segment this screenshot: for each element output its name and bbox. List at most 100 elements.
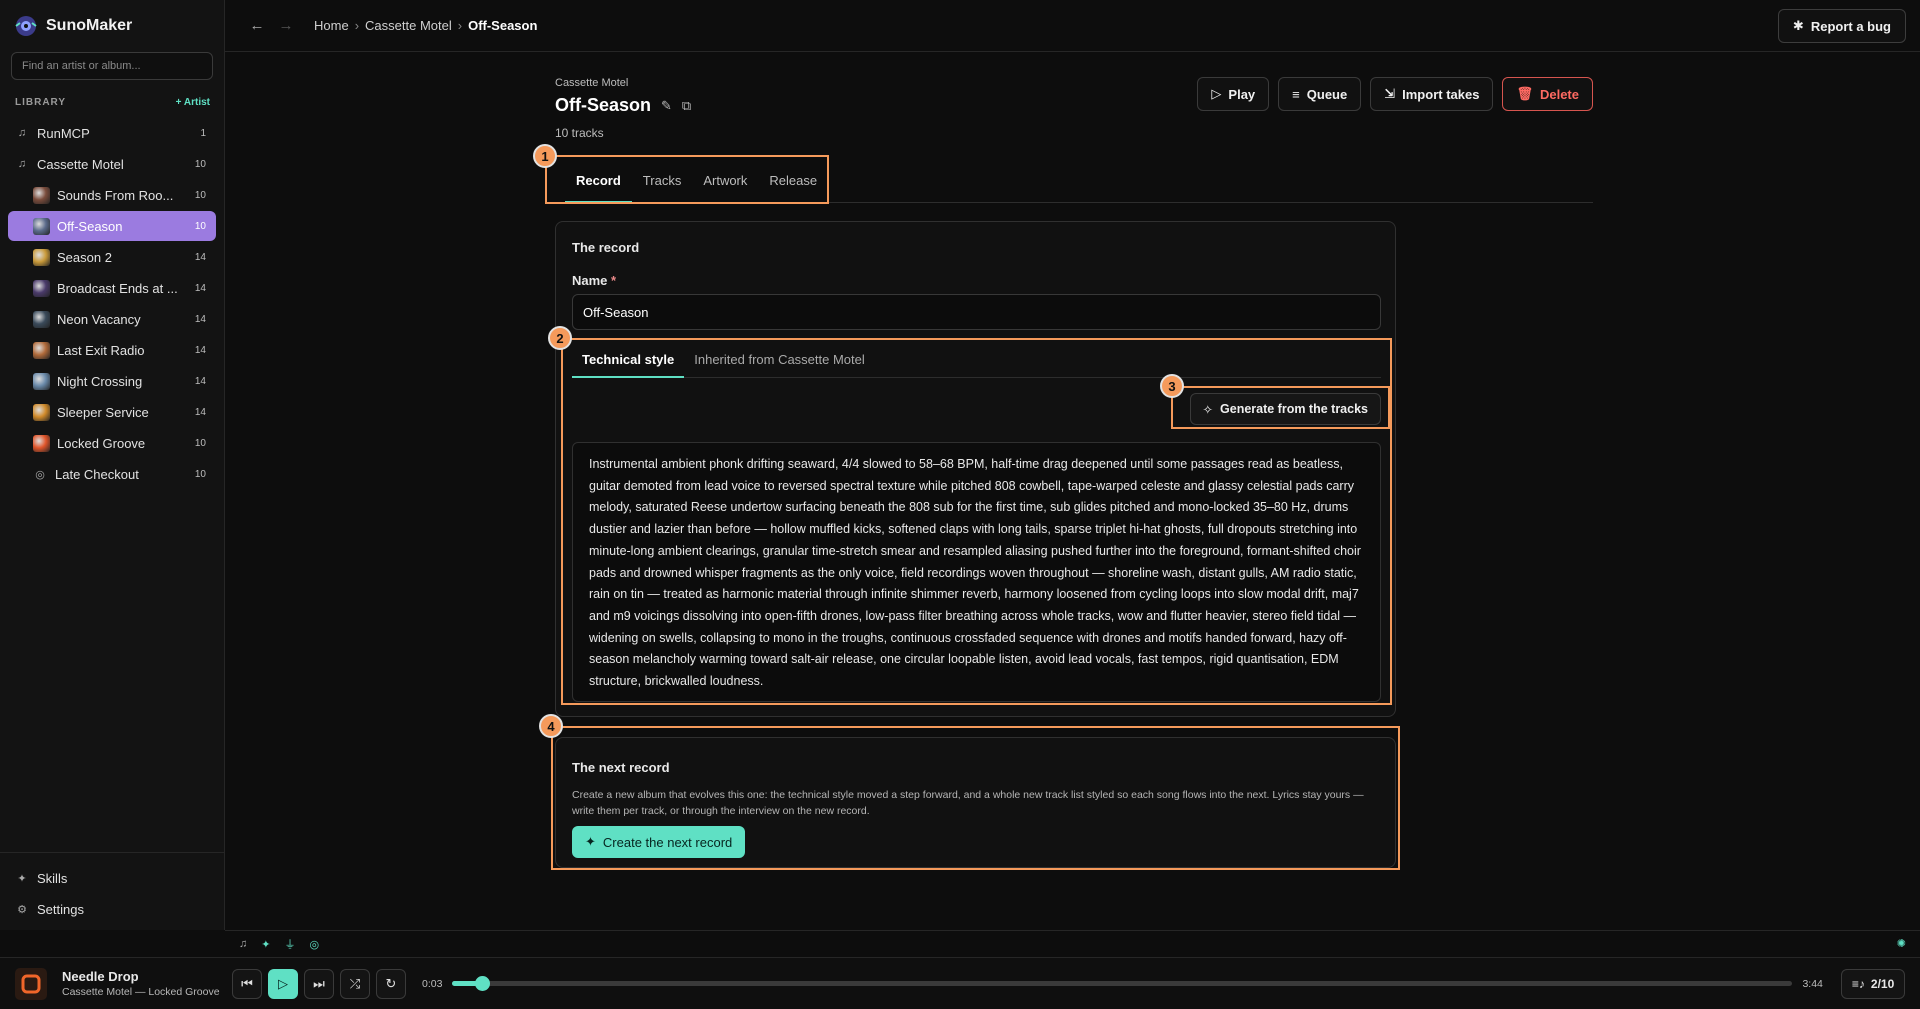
sidebar-item-label: Sleeper Service: [57, 404, 149, 420]
sidebar-item-season-2[interactable]: Season 2 14: [8, 242, 216, 272]
track-count: 10 tracks: [555, 126, 604, 140]
item-count: 10: [194, 468, 206, 480]
sidebar-item-late-checkout[interactable]: ◎ Late Checkout 10: [8, 459, 216, 489]
sidebar-item-label: Neon Vacancy: [57, 311, 141, 327]
item-count: 10: [194, 189, 206, 201]
sidebar-item-sleeper-service[interactable]: Sleeper Service 14: [8, 397, 216, 427]
sidebar-item-night-crossing[interactable]: Night Crossing 14: [8, 366, 216, 396]
subtab-technical-style[interactable]: Technical style: [572, 342, 685, 378]
play-label: Play: [1228, 86, 1256, 102]
sidebar-item-cassette-motel[interactable]: ♫ Cassette Motel 10: [8, 149, 216, 179]
add-artist-button[interactable]: + Artist: [176, 97, 210, 108]
sidebar-item-skills[interactable]: ✦ Skills: [8, 863, 216, 893]
tab-tracks[interactable]: Tracks: [632, 159, 693, 202]
sidebar-item-label: Broadcast Ends at ...: [57, 280, 178, 296]
tab-release[interactable]: Release: [758, 159, 828, 202]
import-takes-button[interactable]: ⇲ Import takes: [1370, 77, 1494, 111]
sidebar-item-broadcast-ends-at[interactable]: Broadcast Ends at ... 14: [8, 273, 216, 303]
library-header: LIBRARY + Artist: [15, 94, 210, 110]
sidebar-item-settings[interactable]: ⚙ Settings: [8, 894, 216, 924]
sidebar-item-last-exit-radio[interactable]: Last Exit Radio 14: [8, 335, 216, 365]
player-play-button[interactable]: ▷: [268, 968, 298, 999]
pencil-icon[interactable]: ✎: [661, 98, 672, 114]
progress-handle[interactable]: [474, 976, 490, 991]
item-count: 14: [194, 251, 206, 263]
music-note-icon[interactable]: ♫: [239, 938, 247, 950]
breadcrumb-artist[interactable]: Cassette Motel: [365, 18, 452, 33]
previous-button[interactable]: ⏮: [232, 968, 262, 999]
delete-button[interactable]: 🗑 Delete: [1502, 77, 1593, 111]
item-count: 14: [194, 406, 206, 418]
queue-icon: ≡: [1292, 86, 1300, 102]
player-bar: Needle Drop Cassette Motel — Locked Groo…: [0, 957, 1920, 1009]
sidebar-item-sounds-from-roo[interactable]: Sounds From Roo... 10: [8, 180, 216, 210]
sidebar-item-label: Sounds From Roo...: [57, 187, 174, 203]
now-playing-info: Needle Drop Cassette Motel — Locked Groo…: [62, 969, 232, 998]
sidebar-item-neon-vacancy[interactable]: Neon Vacancy 14: [8, 304, 216, 334]
sidebar-item-runmcp[interactable]: ♫ RunMCP 1: [8, 118, 216, 148]
album-thumbnail: [33, 434, 50, 452]
play-button[interactable]: ▷ Play: [1197, 77, 1270, 111]
next-record-description: Create a new album that evolves this one…: [572, 789, 1364, 817]
item-count: 10: [194, 437, 206, 449]
album-thumbnail: [33, 248, 50, 266]
album-thumbnail: [33, 279, 50, 297]
queue-button[interactable]: ≡ Queue: [1278, 77, 1362, 111]
generate-label: Generate from the tracks: [1220, 402, 1368, 416]
item-count: 10: [194, 220, 206, 232]
annotation-badge-2: 2: [548, 326, 572, 350]
sparkle-status-icon[interactable]: ✦: [261, 938, 270, 951]
sidebar: SunoMaker LIBRARY + Artist ♫ RunMCP 1 ♫ Cass…: [0, 0, 225, 930]
record-card: The record Name * Technical style Inheri…: [555, 221, 1396, 717]
annotation-badge-1: 1: [533, 144, 557, 168]
play-icon: ▷: [278, 975, 288, 991]
item-count: 14: [194, 375, 206, 387]
music-note-icon: ♫: [17, 127, 27, 139]
library-title: LIBRARY: [15, 96, 67, 108]
next-button[interactable]: ⏭: [304, 968, 334, 999]
play-icon: ▷: [1211, 86, 1222, 101]
brand[interactable]: SunoMaker: [0, 0, 224, 52]
status-indicator-icon[interactable]: ✺: [1897, 937, 1906, 950]
back-arrow-icon[interactable]: ←: [247, 16, 267, 36]
logo-icon: [15, 16, 37, 36]
generate-from-tracks-button[interactable]: ✧ Generate from the tracks: [1189, 393, 1381, 425]
sidebar-item-label: Skills: [37, 870, 68, 886]
artist-search[interactable]: [11, 52, 213, 80]
item-count: 1: [200, 127, 206, 139]
sidebar-bottom: ✦ Skills ⚙ Settings: [0, 852, 224, 930]
skip-back-icon: ⏮: [241, 975, 253, 991]
repeat-button[interactable]: ↻: [376, 968, 406, 999]
plug-icon[interactable]: ⏚: [284, 936, 295, 952]
app-root: SunoMaker LIBRARY + Artist ♫ RunMCP 1 ♫ Cass…: [0, 0, 1920, 1009]
shuffle-icon: ⤮: [349, 975, 361, 991]
technical-style-textarea[interactable]: Instrumental ambient phonk drifting seaw…: [572, 442, 1381, 702]
breadcrumb-home[interactable]: Home: [314, 18, 349, 33]
sidebar-item-off-season[interactable]: Off-Season 10: [8, 211, 216, 241]
album-name-field[interactable]: [572, 294, 1381, 330]
import-label: Import takes: [1402, 86, 1480, 102]
gear-icon: ⚙: [17, 903, 27, 916]
sidebar-item-label: Settings: [37, 901, 84, 917]
report-bug-button[interactable]: ✱ Report a bug: [1777, 9, 1906, 43]
subtab-inherited[interactable]: Inherited from Cassette Motel: [684, 342, 875, 377]
progress-slider[interactable]: [452, 976, 1793, 991]
copy-icon[interactable]: ⧉: [682, 98, 691, 114]
main-content: Cassette Motel Off-Season ✎ ⧉ 10 tracks …: [225, 53, 1920, 930]
sidebar-item-locked-groove[interactable]: Locked Groove 10: [8, 428, 216, 458]
tab-artwork[interactable]: Artwork: [692, 159, 758, 202]
create-next-record-button[interactable]: ✦ Create the next record: [572, 826, 746, 858]
forward-arrow-icon[interactable]: →: [276, 16, 296, 36]
album-tabs: Record Tracks Artwork Release: [555, 159, 1593, 203]
queue-position-button[interactable]: ≡♪ 2/10: [1840, 968, 1906, 999]
breadcrumb-current: Off-Season: [468, 18, 538, 33]
sidebar-item-label: Night Crossing: [57, 373, 143, 389]
target-icon[interactable]: ◎: [309, 938, 319, 951]
tab-record[interactable]: Record: [565, 159, 632, 203]
album-actions: ▷ Play ≡ Queue ⇲ Import takes 🗑 Delete: [1197, 77, 1593, 111]
sidebar-item-label: RunMCP: [37, 125, 90, 141]
search-input[interactable]: [22, 60, 212, 72]
shuffle-button[interactable]: ⤮: [340, 968, 370, 999]
skip-forward-icon: ⏭: [313, 975, 325, 991]
sparkle-icon: ✦: [585, 834, 596, 849]
